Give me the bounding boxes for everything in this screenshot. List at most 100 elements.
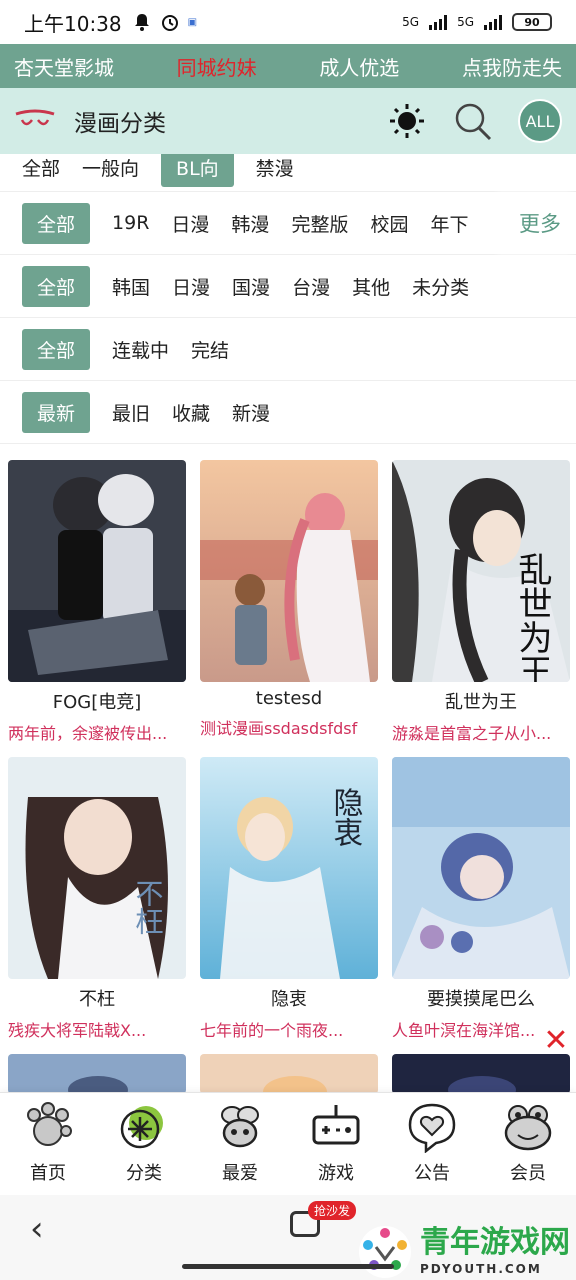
filter-chip[interactable]: 完结: [191, 336, 229, 363]
frog-face-icon: [504, 1105, 552, 1151]
promo-link-cinema[interactable]: 杏天堂影城: [14, 52, 114, 81]
back-arrow-icon[interactable]: ‹: [30, 1209, 44, 1249]
cover-image: 乱世为王: [392, 460, 570, 682]
filter-chip[interactable]: 其他: [352, 273, 390, 300]
tab-category[interactable]: 分类: [96, 1093, 192, 1195]
tab-home[interactable]: 首页: [0, 1093, 96, 1195]
comic-cover[interactable]: 隐衷: [200, 757, 378, 979]
frog-hand-icon: [27, 1102, 72, 1146]
network-label-2: 5G: [457, 15, 474, 29]
comic-card[interactable]: FOG[电竞] 两年前，余邃被传出...: [8, 460, 186, 744]
alarm-icon: [161, 15, 178, 31]
filter-chip[interactable]: 新漫: [232, 399, 270, 426]
watermark-title: 青年游戏网: [420, 1225, 570, 1260]
comic-card[interactable]: 不枉 不枉 残疾大将军陆戟X...: [8, 757, 186, 1041]
tab-favorites[interactable]: 最爱: [192, 1093, 288, 1195]
filter-chip-selected[interactable]: 全部: [22, 328, 91, 370]
filter-chip[interactable]: 日漫: [171, 210, 209, 237]
filter-chip-selected[interactable]: 最新: [22, 391, 91, 433]
status-bar: 上午10:38 ▣ 5G 5G 90: [0, 0, 576, 44]
app-logo-icon[interactable]: [14, 106, 56, 136]
comic-card[interactable]: [392, 1054, 570, 1094]
tab-member[interactable]: 会员: [480, 1093, 576, 1195]
filter-chip[interactable]: 韩漫: [231, 210, 269, 237]
filter-panel: 全部 一般向 BL向 禁漫 全部 19R 日漫 韩漫 完整版 校园 年下 更多 …: [0, 154, 576, 444]
search-button[interactable]: [452, 100, 494, 142]
cover-image: [392, 757, 570, 979]
comic-cover[interactable]: 乱世为王: [392, 460, 570, 682]
more-tags-button[interactable]: 更多: [504, 192, 576, 254]
cover-image: [8, 460, 186, 682]
cover-image: [200, 1054, 378, 1094]
app-header: 漫画分类 ALL: [0, 88, 576, 154]
comic-cover[interactable]: 不枉: [8, 757, 186, 979]
filter-chip[interactable]: 国漫: [232, 273, 270, 300]
filter-chip[interactable]: 19R: [112, 212, 149, 234]
comic-cover[interactable]: [392, 757, 570, 979]
comic-description: 残疾大将军陆戟X...: [8, 1021, 147, 1040]
filter-chip[interactable]: 未分类: [412, 273, 469, 300]
comic-cover[interactable]: [392, 1054, 570, 1094]
promo-link-adult[interactable]: 成人优选: [319, 52, 399, 81]
comic-description: 游淼是首富之子从小...: [392, 724, 552, 743]
filter-row-sort: 最新 最旧 收藏 新漫: [0, 381, 576, 444]
comic-title: 隐衷: [271, 989, 307, 1010]
filter-chip[interactable]: 连载中: [112, 336, 169, 363]
filter-row-tag: 全部 19R 日漫 韩漫 完整版 校园 年下 更多: [0, 192, 576, 255]
comic-cover[interactable]: [200, 460, 378, 682]
grid-circle-icon: [120, 1106, 163, 1149]
cover-calligraphy: 乱世为王: [512, 552, 552, 682]
comic-card[interactable]: testesd 测试漫画ssdasdsfdsf: [200, 460, 378, 739]
comic-cover[interactable]: [8, 460, 186, 682]
filter-chip[interactable]: 全部: [22, 154, 60, 181]
comic-card[interactable]: [8, 1054, 186, 1094]
filter-chip[interactable]: 收藏: [172, 399, 210, 426]
close-ad-icon[interactable]: ✕: [541, 1023, 571, 1058]
filter-chip[interactable]: 最旧: [112, 399, 150, 426]
filter-row-type: 全部 一般向 BL向 禁漫: [0, 154, 576, 192]
comic-title: 乱世为王: [445, 692, 517, 713]
cover-image: [8, 1054, 186, 1094]
promo-link-backup[interactable]: 点我防走失: [462, 52, 562, 81]
comic-description: 七年前的一个雨夜...: [200, 1021, 344, 1040]
filter-chip[interactable]: 一般向: [82, 154, 139, 181]
filter-chip[interactable]: 年下: [430, 210, 468, 237]
chat-badge: 抢沙发: [308, 1201, 357, 1220]
filter-chip[interactable]: 台漫: [292, 273, 330, 300]
filter-chip[interactable]: 完整版: [291, 210, 348, 237]
heart-bubble-icon: [408, 1103, 456, 1153]
filter-chip[interactable]: 校园: [370, 210, 408, 237]
search-icon: [455, 103, 492, 141]
filter-chip[interactable]: 禁漫: [256, 154, 294, 181]
tab-label: 公告: [414, 1163, 450, 1184]
app-dot-icon: ▣: [187, 16, 198, 28]
filter-chip-selected[interactable]: 全部: [22, 202, 91, 244]
comic-card[interactable]: [200, 1054, 378, 1094]
tab-notice[interactable]: 公告: [384, 1093, 480, 1195]
comic-card[interactable]: 隐衷 隐衷 七年前的一个雨夜...: [200, 757, 378, 1041]
signal-icon: [429, 14, 448, 30]
promo-link-local[interactable]: 同城约妹: [177, 52, 257, 81]
cover-image: [200, 460, 378, 682]
comic-description: 测试漫画ssdasdsfdsf: [200, 719, 358, 738]
comic-title: testesd: [255, 688, 323, 709]
filter-chip-selected[interactable]: 全部: [22, 265, 91, 307]
cover-image: 隐衷: [200, 757, 378, 979]
tab-games[interactable]: 游戏: [288, 1093, 384, 1195]
cover-calligraphy: 不枉: [132, 879, 165, 935]
comic-cover[interactable]: [200, 1054, 378, 1094]
filter-chip-selected[interactable]: BL向: [161, 154, 234, 187]
filter-row-status: 全部 连载中 完结: [0, 318, 576, 381]
filter-chip[interactable]: 日漫: [172, 273, 210, 300]
battery-level: 90: [524, 15, 540, 29]
all-button[interactable]: ALL: [518, 99, 562, 143]
comic-card[interactable]: 乱世为王 乱世为王 游淼是首富之子从小...: [392, 460, 570, 744]
home-indicator[interactable]: [182, 1264, 394, 1269]
status-time: 上午10:38: [24, 11, 122, 36]
watermark-url: PDYOUTH.COM: [420, 1262, 542, 1276]
filter-chip[interactable]: 韩国: [112, 273, 150, 300]
comic-cover[interactable]: [8, 1054, 186, 1094]
cover-image: [392, 1054, 570, 1094]
comic-card[interactable]: 要摸摸尾巴么 人鱼叶溟在海洋馆...: [392, 757, 570, 1041]
theme-toggle-button[interactable]: [386, 100, 428, 142]
